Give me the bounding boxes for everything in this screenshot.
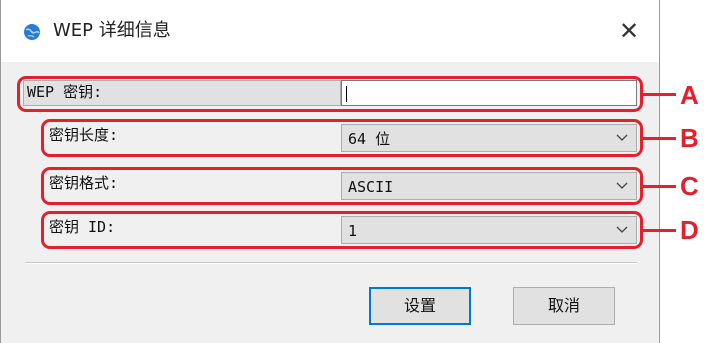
callout-letter-a: A	[680, 80, 699, 110]
callout-line-b	[642, 137, 676, 140]
close-button[interactable]: ✕	[611, 14, 647, 48]
callout-frame-b	[41, 119, 643, 157]
callout-frame-d	[41, 211, 643, 249]
callout-frame-c	[41, 167, 643, 205]
wep-details-dialog: WEP 详细信息 ✕ WEP 密钥: 密钥长度: 64 位 密钥格式: ASCI…	[0, 0, 660, 343]
title-bar: WEP 详细信息 ✕	[1, 0, 659, 62]
callout-line-d	[642, 229, 676, 232]
dialog-title: WEP 详细信息	[53, 20, 171, 41]
close-icon: ✕	[618, 17, 640, 45]
callout-letter-b: B	[680, 123, 699, 153]
callout-frame-a	[17, 76, 643, 112]
globe-icon	[24, 24, 40, 40]
callout-letter-c: C	[680, 171, 699, 201]
set-button[interactable]: 设置	[369, 287, 471, 325]
separator	[25, 262, 637, 264]
cancel-button[interactable]: 取消	[513, 287, 615, 325]
callout-letter-d: D	[680, 215, 699, 245]
callout-line-a	[642, 93, 676, 96]
callout-line-c	[642, 185, 676, 188]
